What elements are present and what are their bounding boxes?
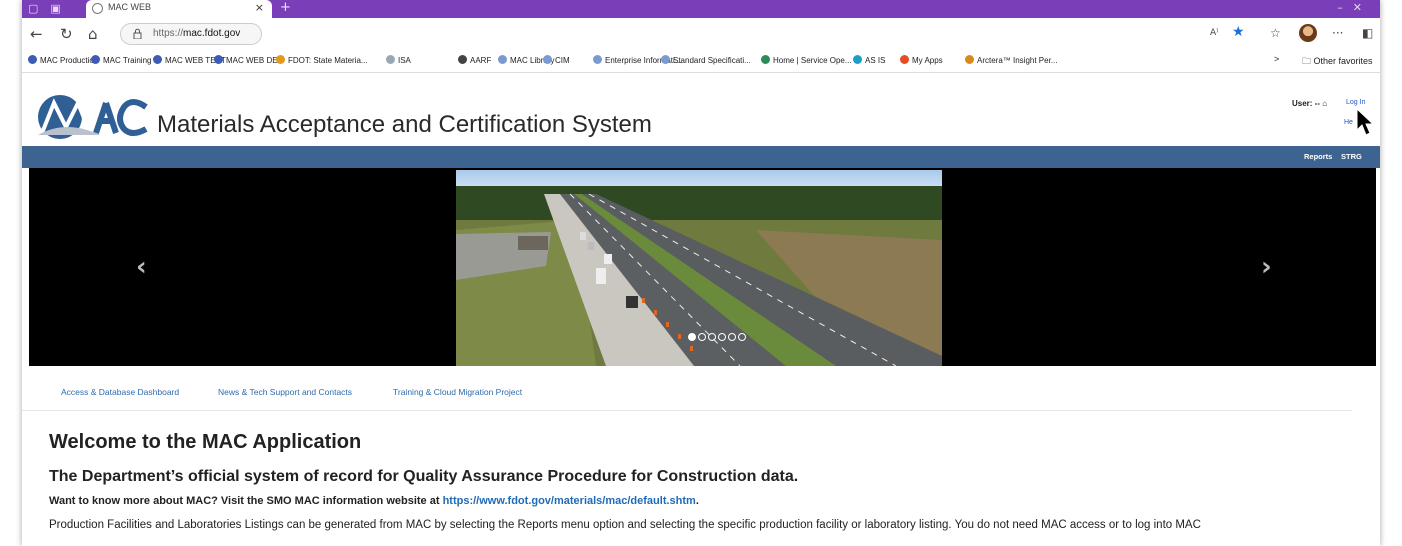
- bookmark-item[interactable]: Arctera™ Insight Per...: [965, 55, 1057, 65]
- bookmark-favicon-icon: [661, 55, 670, 64]
- bookmark-favicon-icon: [458, 55, 467, 64]
- bookmark-favicon-icon: [276, 55, 285, 64]
- bookmark-label: FDOT: State Materia...: [288, 56, 368, 65]
- bookmark-favicon-icon: [386, 55, 395, 64]
- listings-paragraph: Production Facilities and Laboratories L…: [49, 519, 1201, 531]
- bookmark-label: CIM: [555, 56, 570, 65]
- bookmark-item[interactable]: Home | Service Ope...: [761, 55, 852, 65]
- tab-close-icon[interactable]: ×: [255, 1, 264, 14]
- smo-mac-info-link[interactable]: https://www.fdot.gov/materials/mac/defau…: [443, 495, 696, 507]
- bookmarks-overflow-icon[interactable]: >: [1274, 54, 1279, 64]
- tab-training-cloud-migration[interactable]: Training & Cloud Migration Project: [393, 387, 522, 397]
- url-bar[interactable]: https://mac.fdot.gov: [120, 23, 1220, 45]
- bookmark-favicon-icon: [28, 55, 37, 64]
- bookmark-item[interactable]: MAC Production: [28, 55, 98, 65]
- bookmark-favicon-icon: [543, 55, 552, 64]
- carousel-indicators: [688, 333, 746, 343]
- bookmark-label: ISA: [398, 56, 411, 65]
- bookmark-label: My Apps: [912, 56, 943, 65]
- user-info: User: -- ⌂: [1292, 99, 1328, 108]
- content-tabs: Access & Database Dashboard News & Tech …: [22, 384, 1352, 411]
- bookmark-label: Standard Specificati...: [673, 56, 751, 65]
- bookmark-item[interactable]: CIM: [543, 55, 570, 65]
- tab-access-database-dashboard[interactable]: Access & Database Dashboard: [61, 387, 179, 397]
- bookmark-item[interactable]: ISA: [386, 55, 411, 65]
- folder-icon: 🗀: [1302, 56, 1314, 66]
- bookmark-favicon-icon: [853, 55, 862, 64]
- nav-strg[interactable]: STRG: [1341, 152, 1362, 161]
- home-icon: ⌂: [1322, 99, 1328, 108]
- read-aloud-icon[interactable]: A⁾: [1210, 28, 1218, 38]
- subheading: The Department’s official system of reco…: [49, 468, 799, 485]
- bookmark-label: MAC WEB DEV: [226, 56, 283, 65]
- bookmark-item[interactable]: AARF: [458, 55, 491, 65]
- carousel-dot[interactable]: [708, 333, 716, 341]
- new-tab-button[interactable]: +: [280, 0, 291, 15]
- address-bar-row: ← ↻ ⌂ https://mac.fdot.gov A⁾ ★ ☆ ··· ◧: [22, 18, 1380, 50]
- bookmark-item[interactable]: MAC WEB DEV: [214, 55, 283, 65]
- home-icon[interactable]: ⌂: [88, 25, 98, 43]
- other-favorites[interactable]: 🗀 Other favorites: [1302, 54, 1373, 70]
- tab-strip: ▢▣ MAC WEB × + –✕: [22, 0, 1380, 18]
- bookmark-favicon-icon: [91, 55, 100, 64]
- window-minimize-close[interactable]: –✕: [1337, 1, 1372, 14]
- lock-icon: [133, 28, 142, 39]
- bookmark-favicon-icon: [965, 55, 974, 64]
- refresh-icon[interactable]: ↻: [60, 25, 73, 43]
- carousel-dot[interactable]: [688, 333, 696, 341]
- browser-tab[interactable]: MAC WEB ×: [86, 0, 272, 18]
- bookmark-label: Home | Service Ope...: [773, 56, 852, 65]
- mouse-cursor-icon: [1356, 108, 1374, 136]
- sidebar-icon[interactable]: ◧: [1362, 26, 1373, 40]
- bookmark-favicon-icon: [761, 55, 770, 64]
- site-nav-bar: Reports STRG: [22, 146, 1380, 168]
- info-line: Want to know more about MAC? Visit the S…: [49, 495, 699, 507]
- more-icon[interactable]: ···: [1332, 26, 1343, 40]
- welcome-heading: Welcome to the MAC Application: [49, 431, 362, 453]
- bookmark-item[interactable]: My Apps: [900, 55, 943, 65]
- mac-logo: [38, 95, 148, 139]
- bookmark-favicon-icon: [498, 55, 507, 64]
- carousel-dot[interactable]: [718, 333, 726, 341]
- bookmark-favicon-icon: [900, 55, 909, 64]
- site-title: Materials Acceptance and Certification S…: [157, 111, 652, 138]
- profile-avatar[interactable]: [1299, 24, 1317, 42]
- carousel-prev-icon[interactable]: ‹: [136, 252, 147, 282]
- bookmark-favicon-icon: [153, 55, 162, 64]
- carousel-dot[interactable]: [728, 333, 736, 341]
- bookmarks-bar: > 🗀 Other favorites MAC Production MAC Tr…: [22, 50, 1380, 73]
- bookmark-item[interactable]: AS IS: [853, 55, 885, 65]
- browser-window: ▢▣ MAC WEB × + –✕ ← ↻ ⌂ https://mac.fdot…: [22, 0, 1380, 546]
- carousel-dot[interactable]: [698, 333, 706, 341]
- login-link[interactable]: Log In: [1346, 99, 1365, 106]
- bookmark-favicon-icon: [593, 55, 602, 64]
- url-pill[interactable]: https://mac.fdot.gov: [120, 23, 262, 45]
- bookmark-item[interactable]: MAC Training: [91, 55, 151, 65]
- favorite-star-icon[interactable]: ★: [1232, 24, 1245, 40]
- bookmark-item[interactable]: Standard Specificati...: [661, 55, 751, 65]
- help-link[interactable]: He: [1344, 119, 1353, 126]
- carousel-next-icon[interactable]: ›: [1261, 252, 1272, 282]
- bookmark-label: AS IS: [865, 56, 886, 65]
- carousel-dot[interactable]: [738, 333, 746, 341]
- bookmark-label: MAC Production: [40, 56, 99, 65]
- tab-title: MAC WEB: [108, 2, 152, 12]
- bookmark-label: MAC Training: [103, 56, 152, 65]
- bookmark-favicon-icon: [214, 55, 223, 64]
- favorites-icon[interactable]: ☆: [1270, 26, 1281, 40]
- bookmark-label: AARF: [470, 56, 492, 65]
- back-icon[interactable]: ←: [30, 25, 43, 43]
- tab-news-tech-support[interactable]: News & Tech Support and Contacts: [218, 387, 352, 397]
- url-text: https://mac.fdot.gov: [153, 28, 241, 39]
- window-controls[interactable]: ▢▣: [28, 2, 73, 15]
- bookmark-item[interactable]: FDOT: State Materia...: [276, 55, 368, 65]
- tab-favicon-icon: [92, 3, 103, 14]
- bookmark-label: Arctera™ Insight Per...: [977, 56, 1058, 65]
- nav-reports[interactable]: Reports: [1304, 152, 1332, 161]
- site-header: Materials Acceptance and Certification S…: [22, 73, 1380, 146]
